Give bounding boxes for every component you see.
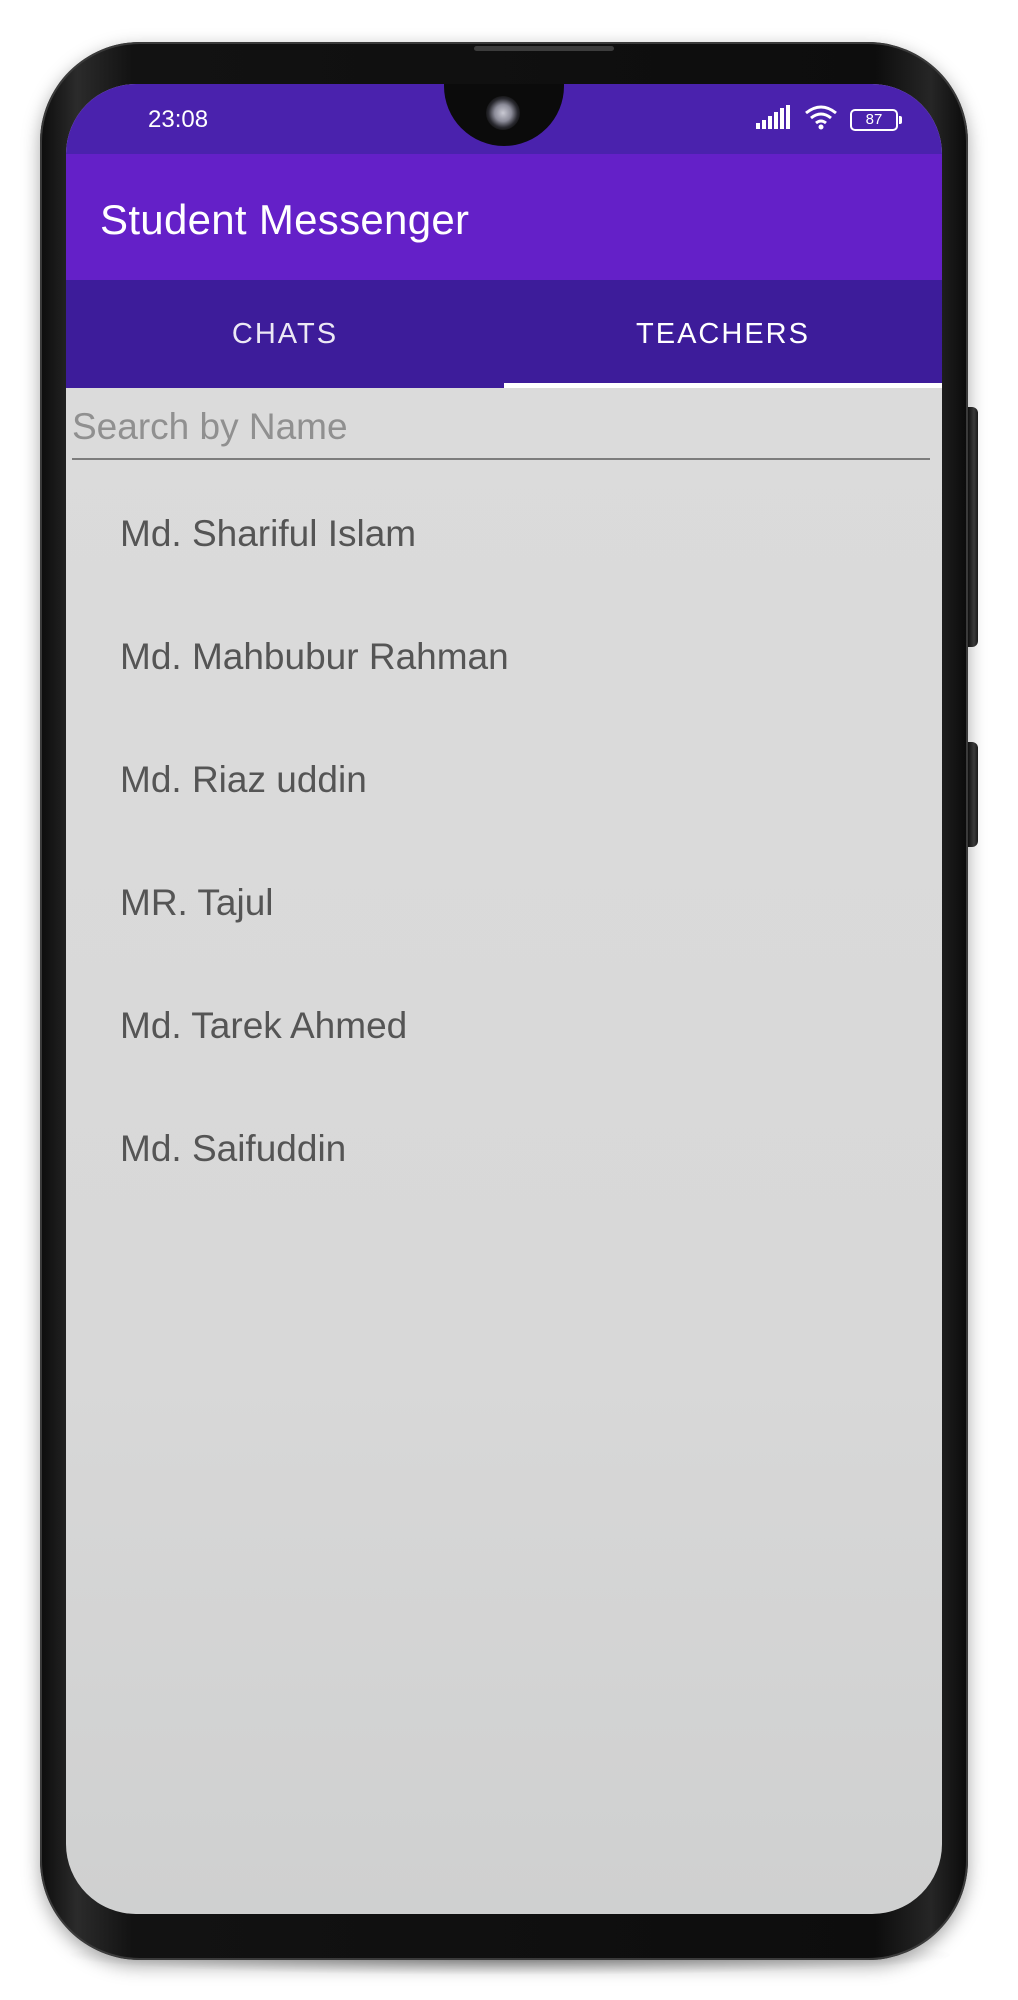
search-field bbox=[72, 400, 930, 460]
wifi-icon bbox=[804, 104, 838, 135]
list-item[interactable]: Md. Saifuddin bbox=[66, 1087, 942, 1210]
list-item[interactable]: Md. Riaz uddin bbox=[66, 718, 942, 841]
list-item[interactable]: Md. Tarek Ahmed bbox=[66, 964, 942, 1087]
volume-button bbox=[968, 407, 978, 647]
tab-bar: CHATS TEACHERS bbox=[66, 280, 942, 388]
tab-teachers[interactable]: TEACHERS bbox=[504, 280, 942, 388]
status-bar: 23:08 87 bbox=[66, 84, 942, 154]
phone-speaker bbox=[474, 46, 614, 51]
list-item[interactable]: Md. Shariful Islam bbox=[66, 472, 942, 595]
phone-frame: 23:08 87 Student Messenger CHATS TEACHER… bbox=[40, 42, 978, 1960]
phone-screen: 23:08 87 Student Messenger CHATS TEACHER… bbox=[66, 84, 942, 1914]
signal-icon bbox=[756, 105, 792, 134]
status-time: 23:08 bbox=[148, 106, 209, 133]
list-item[interactable]: MR. Tajul bbox=[66, 841, 942, 964]
search-input[interactable] bbox=[72, 400, 930, 454]
battery-icon: 87 bbox=[850, 108, 902, 131]
app-title: Student Messenger bbox=[100, 196, 470, 243]
status-icons: 87 bbox=[756, 104, 902, 135]
front-camera bbox=[486, 96, 520, 130]
app-bar: Student Messenger bbox=[66, 154, 942, 280]
tab-chats[interactable]: CHATS bbox=[66, 280, 504, 388]
mockup-stage: 23:08 87 Student Messenger CHATS TEACHER… bbox=[0, 0, 1018, 2000]
active-tab-indicator bbox=[504, 383, 942, 388]
list-item[interactable]: Md. Mahbubur Rahman bbox=[66, 595, 942, 718]
teacher-list: Md. Shariful Islam Md. Mahbubur Rahman M… bbox=[66, 472, 942, 1210]
power-button bbox=[968, 742, 978, 847]
